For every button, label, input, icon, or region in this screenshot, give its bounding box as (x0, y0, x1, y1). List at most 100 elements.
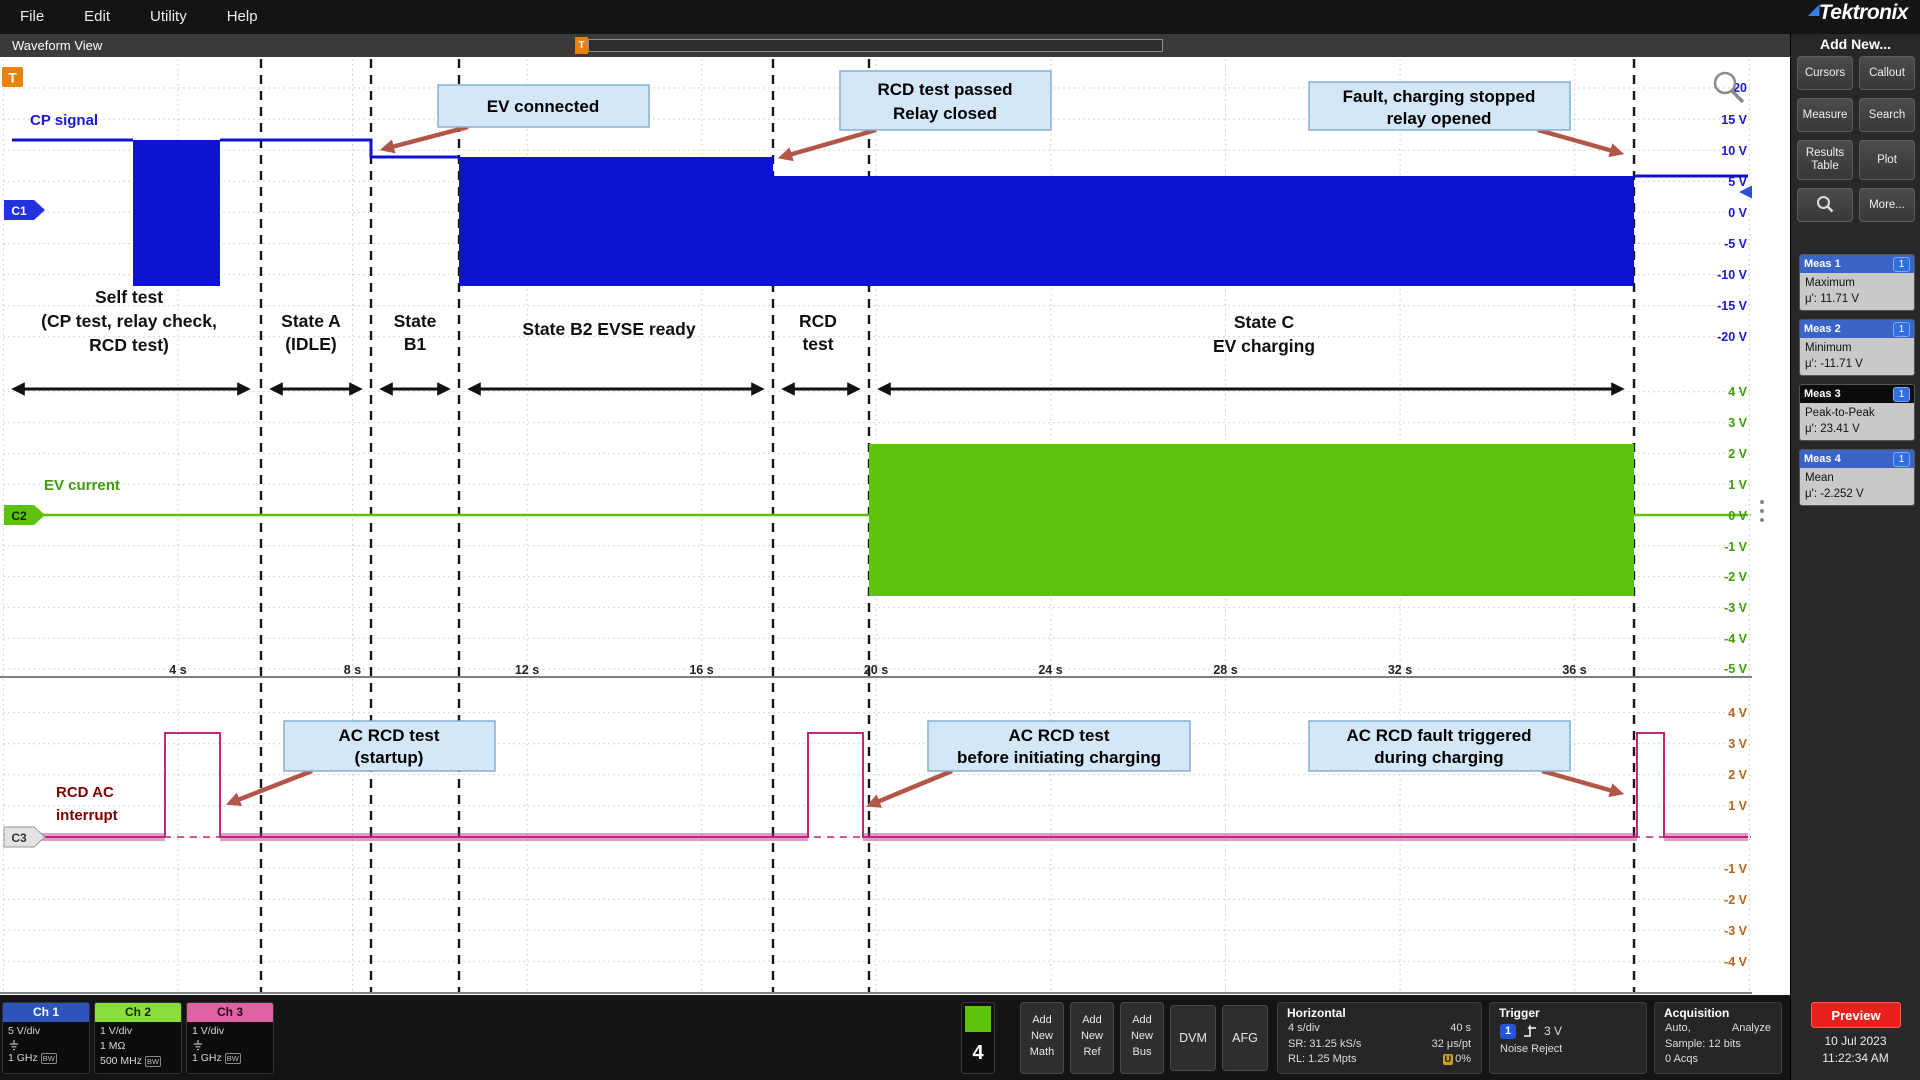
trigger-source-icon: T (2, 67, 23, 87)
acquisition-title: Acquisition (1655, 1003, 1781, 1021)
meas-3-name: Meas 3 (1804, 388, 1841, 400)
callout-fault-charging-stopped[interactable]: Fault, charging stopped relay opened (1309, 82, 1570, 130)
meas-4-value: μ': -2.252 V (1805, 486, 1909, 502)
c3-channel-label: RCD AC (56, 784, 114, 801)
c2-ev-current-trace (8, 444, 1751, 596)
c1-channel-label: CP signal (30, 112, 98, 129)
c2-tick: 2 V (1728, 447, 1747, 461)
c3-tick: -3 V (1724, 924, 1748, 938)
callout-ac-rcd-before-charging[interactable]: AC RCD test before initiating charging (928, 721, 1190, 771)
svg-text:C1: C1 (11, 204, 27, 218)
time-tick: 16 s (689, 663, 713, 677)
svg-text:before initiating charging: before initiating charging (957, 748, 1161, 767)
callout-ac-rcd-fault[interactable]: AC RCD fault triggered during charging (1309, 721, 1570, 771)
time-tick: 32 s (1388, 663, 1412, 677)
plot-button[interactable]: Plot (1859, 140, 1915, 180)
svg-text:T: T (8, 70, 17, 86)
add-new-ref-button[interactable]: AddNewRef (1070, 1002, 1114, 1074)
svg-text:RCD test): RCD test) (89, 335, 169, 355)
svg-text:AC RCD test: AC RCD test (1008, 726, 1109, 745)
c1-position-badge[interactable]: C1 (4, 200, 45, 220)
c2-position-badge[interactable]: C2 (4, 505, 45, 525)
add-new-math-button[interactable]: AddNewMath (1020, 1002, 1064, 1074)
time-tick: 20 s (864, 663, 888, 677)
svg-text:State: State (394, 311, 437, 331)
c3-tick: -1 V (1724, 862, 1748, 876)
c2-tick: 3 V (1728, 416, 1747, 430)
afg-button[interactable]: AFG (1222, 1005, 1268, 1071)
channel-2-badge[interactable]: Ch 2 1 V/div 1 MΩ 500 MHzBW (94, 1002, 182, 1074)
panel-splitter-grip[interactable] (1760, 500, 1764, 504)
results-table-button[interactable]: Results Table (1797, 140, 1853, 180)
trigger-position-icon[interactable]: T (575, 37, 588, 54)
meas-4-badge[interactable]: Meas 41 Meanμ': -2.252 V (1799, 449, 1915, 506)
meas-2-value: μ': -11.71 V (1805, 356, 1909, 372)
channel-3-badge[interactable]: Ch 3 1 V/div 1 GHzBW (186, 1002, 274, 1074)
callout-ev-connected[interactable]: EV connected (438, 85, 649, 127)
c3-tick: -4 V (1724, 955, 1748, 969)
meas-3-badge[interactable]: Meas 31 Peak-to-Peakμ': 23.41 V (1799, 384, 1915, 441)
c2-tick: -5 V (1724, 662, 1748, 676)
meas-3-value: μ': 23.41 V (1805, 421, 1909, 437)
ch1-name: Ch 1 (3, 1003, 89, 1022)
waveform-count-indicator[interactable]: 4 (961, 1002, 995, 1074)
svg-text:RCD: RCD (799, 311, 837, 331)
ch3-bw-limit-badge: BW (225, 1053, 241, 1064)
c1-tick: 0 V (1728, 206, 1747, 220)
cursors-button[interactable]: Cursors (1797, 56, 1853, 90)
time-axis-labels: 4 s8 s12 s16 s20 s24 s28 s32 s36 s (169, 663, 1586, 677)
preview-button[interactable]: Preview (1811, 1002, 1901, 1028)
meas-2-name: Meas 2 (1804, 323, 1841, 335)
meas-1-badge[interactable]: Meas 11 Maximumμ': 11.71 V (1799, 254, 1915, 311)
search-button[interactable]: Search (1859, 98, 1915, 132)
measure-button[interactable]: Measure (1797, 98, 1853, 132)
svg-text:(startup): (startup) (355, 748, 424, 767)
oscilloscope-app: File Edit Utility Help ◢Tektronix Wavefo… (0, 0, 1920, 1080)
dvm-button[interactable]: DVM (1170, 1005, 1216, 1071)
c2-tick: -2 V (1724, 570, 1748, 584)
c1-tick: 15 V (1721, 113, 1747, 127)
callout-rcd-test-passed[interactable]: RCD test passed Relay closed (840, 71, 1051, 130)
svg-text:State B2 EVSE ready: State B2 EVSE ready (522, 319, 695, 339)
ch2-bw-limit-badge: BW (145, 1056, 161, 1067)
c3-position-badge[interactable]: C3 (4, 827, 45, 847)
meas-4-name: Meas 4 (1804, 453, 1841, 465)
system-date: 10 Jul 2023 (1791, 1034, 1920, 1048)
meas-2-badge[interactable]: Meas 21 Minimumμ': -11.71 V (1799, 319, 1915, 376)
svg-text:(CP test, relay check,: (CP test, relay check, (41, 311, 217, 331)
svg-text:test: test (802, 334, 833, 354)
menu-file[interactable]: File (0, 0, 64, 34)
system-time: 11:22:34 AM (1791, 1051, 1920, 1065)
menu-help[interactable]: Help (207, 0, 278, 34)
menu-utility[interactable]: Utility (130, 0, 207, 34)
acquisition-panel[interactable]: Acquisition Auto,Analyze Sample: 12 bits… (1654, 1002, 1782, 1074)
ch2-bandwidth: 500 MHz (100, 1054, 142, 1069)
c3-tick: -2 V (1724, 893, 1748, 907)
record-view-bar[interactable] (588, 39, 1163, 52)
c3-tick: 2 V (1728, 768, 1747, 782)
ch2-name: Ch 2 (95, 1003, 181, 1022)
trigger-panel[interactable]: Trigger 1 3 V Noise Reject (1489, 1002, 1647, 1074)
c2-tick: 0 V (1728, 509, 1747, 523)
callout-button[interactable]: Callout (1859, 56, 1915, 90)
ground-coupling-icon (192, 1039, 204, 1051)
waveform-area: 2015 V10 V5 V0 V-5 V-10 V-15 V-20 V 4 V3… (0, 57, 1790, 995)
channel-1-badge[interactable]: Ch 1 5 V/div 1 GHzBW (2, 1002, 90, 1074)
ch2-scale: 1 V/div (100, 1024, 181, 1039)
callout-ac-rcd-startup[interactable]: AC RCD test (startup) (284, 721, 495, 771)
c2-tick: -3 V (1724, 601, 1748, 615)
horizontal-panel[interactable]: Horizontal 4 s/div40 s SR: 31.25 kS/s32 … (1277, 1002, 1482, 1074)
ch3-scale: 1 V/div (192, 1024, 273, 1039)
tektronix-logo: ◢Tektronix (1808, 1, 1908, 25)
zoom-tool-button[interactable] (1797, 188, 1853, 222)
c1-scale-labels: 2015 V10 V5 V0 V-5 V-10 V-15 V-20 V (1717, 81, 1748, 344)
meas-1-name: Meas 1 (1804, 258, 1841, 270)
c2-tick: -4 V (1724, 632, 1748, 646)
ch2-impedance: 1 MΩ (100, 1039, 181, 1054)
menu-edit[interactable]: Edit (64, 0, 130, 34)
time-tick: 24 s (1038, 663, 1062, 677)
more-button[interactable]: More... (1859, 188, 1915, 222)
right-panel: Add New... Cursors Callout Measure Searc… (1790, 34, 1920, 1080)
meas-3-type: Peak-to-Peak (1805, 405, 1909, 421)
add-new-bus-button[interactable]: AddNewBus (1120, 1002, 1164, 1074)
